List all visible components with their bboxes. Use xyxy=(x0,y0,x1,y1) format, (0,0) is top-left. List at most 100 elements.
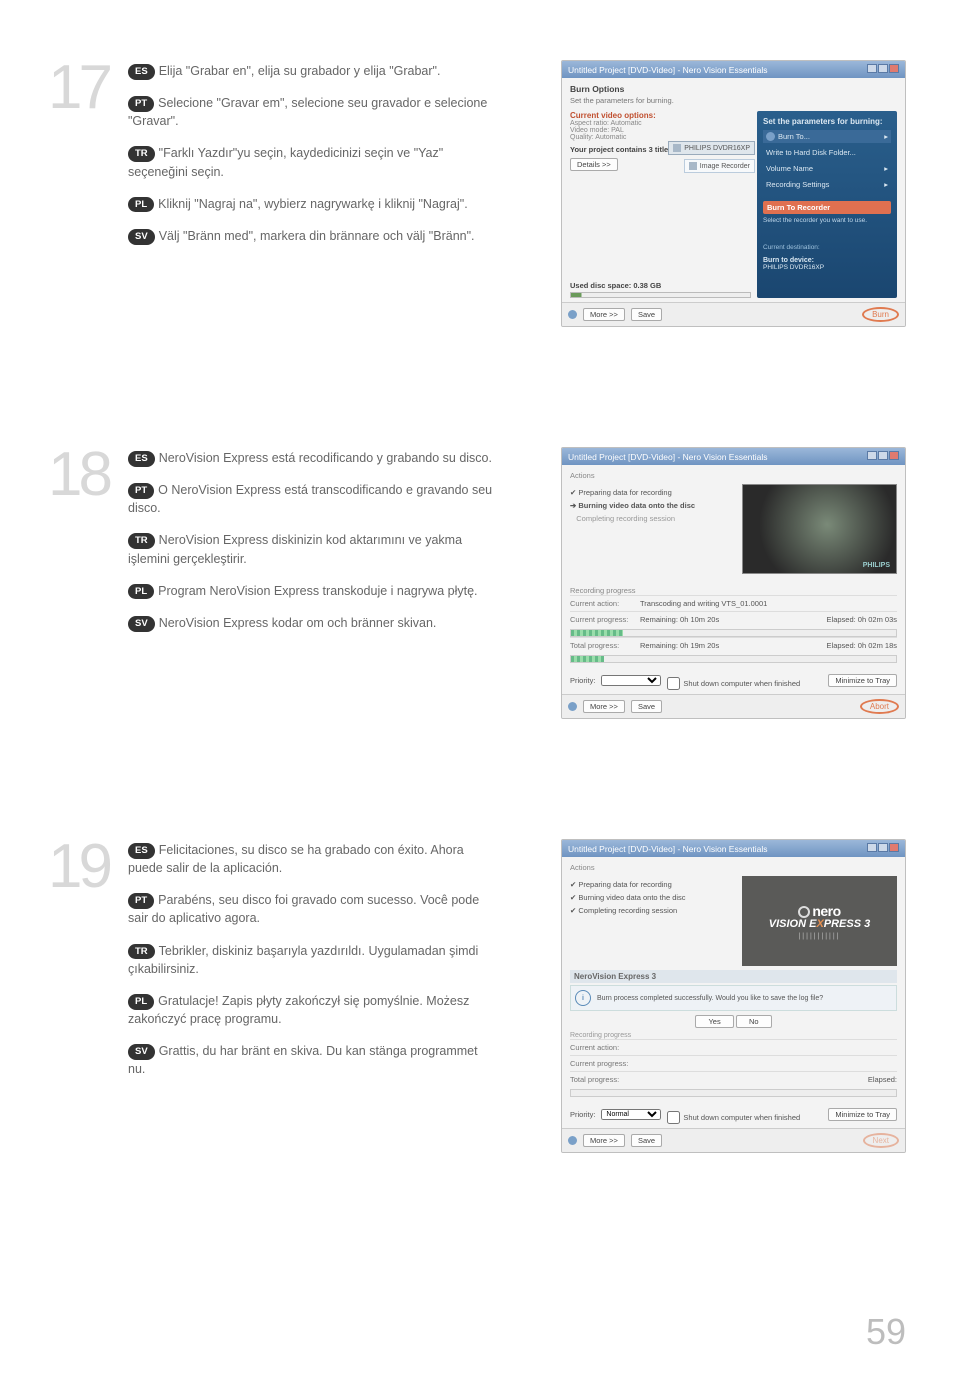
recorder-option[interactable]: PHILIPS DVDR16XP xyxy=(668,141,755,155)
help-icon[interactable] xyxy=(568,1136,577,1145)
lang-badge: PL xyxy=(128,197,154,213)
burn-button[interactable]: Burn xyxy=(862,307,899,322)
screenshot-burn-options: Untitled Project [DVD-Video] - Nero Visi… xyxy=(561,60,906,327)
window-title: Untitled Project [DVD-Video] - Nero Visi… xyxy=(568,452,768,462)
close-icon[interactable] xyxy=(889,843,899,852)
window-footer: More >> Save Abort xyxy=(562,694,905,718)
label: Total progress: xyxy=(570,1075,640,1084)
opt-line: Aspect ratio: Automatic xyxy=(570,120,751,127)
subheading: Set the parameters for burning. xyxy=(570,96,897,105)
lang-sv: SVNeroVision Express kodar om och bränne… xyxy=(128,614,498,632)
checkbox-input[interactable] xyxy=(667,677,680,690)
rec-progress-header: Recording progress xyxy=(570,1032,897,1039)
window-titlebar: Untitled Project [DVD-Video] - Nero Visi… xyxy=(562,61,905,78)
no-button[interactable]: No xyxy=(736,1015,772,1028)
lang-badge: PL xyxy=(128,584,154,600)
more-button[interactable]: More >> xyxy=(583,700,625,713)
window-footer: More >> Save Next xyxy=(562,1128,905,1152)
lang-text: Program NeroVision Express transkoduje i… xyxy=(158,584,477,598)
close-icon[interactable] xyxy=(889,451,899,460)
value: Transcoding and writing VTS_01.0001 xyxy=(640,599,897,608)
lang-pl: PL Program NeroVision Express transkoduje… xyxy=(128,582,498,600)
maximize-icon[interactable] xyxy=(878,64,888,73)
abort-button[interactable]: Abort xyxy=(860,699,899,714)
dialog-title: NeroVision Express 3 xyxy=(570,970,897,983)
window-title: Untitled Project [DVD-Video] - Nero Visi… xyxy=(568,65,768,75)
action-label: Burning video data onto the disc xyxy=(578,893,685,902)
more-button[interactable]: More >> xyxy=(583,308,625,321)
window-titlebar: Untitled Project [DVD-Video] - Nero Visi… xyxy=(562,448,905,465)
action-item: ✔ Preparing data for recording xyxy=(570,488,734,497)
progress-bar xyxy=(570,629,897,637)
lang-badge: TR xyxy=(128,944,155,960)
window-body: Burn Options Set the parameters for burn… xyxy=(562,78,905,302)
lang-pt: PTO NeroVision Express está transcodific… xyxy=(128,481,498,517)
action-label: Completing recording session xyxy=(578,906,677,915)
yes-button[interactable]: Yes xyxy=(695,1015,733,1028)
priority-label: Priority: xyxy=(570,1110,595,1119)
lang-text: Parabéns, seu disco foi gravado com suce… xyxy=(128,893,479,925)
left-pane: Current video options: Aspect ratio: Aut… xyxy=(570,111,751,298)
window-footer: More >> Save Burn xyxy=(562,302,905,326)
maximize-icon[interactable] xyxy=(878,843,888,852)
priority-select[interactable]: Normal xyxy=(601,1109,661,1120)
maximize-icon[interactable] xyxy=(878,451,888,460)
remaining: Remaining: 0h 10m 20s xyxy=(640,615,769,624)
volume-name-item[interactable]: Volume Name ▸ xyxy=(763,162,891,175)
window-buttons[interactable] xyxy=(866,64,899,75)
burn-to-recorder[interactable]: Burn To Recorder xyxy=(763,201,891,214)
lang-text: NeroVision Express diskinizin kod aktarı… xyxy=(128,533,462,565)
current-action-row: Current action:Transcoding and writing V… xyxy=(570,595,897,611)
help-icon[interactable] xyxy=(568,702,577,711)
minimize-icon[interactable] xyxy=(867,843,877,852)
window-buttons[interactable] xyxy=(866,451,899,462)
window-body: Actions ✔ Preparing data for recording ➔… xyxy=(562,465,905,694)
save-button[interactable]: Save xyxy=(631,700,662,713)
nero-subtitle: VISION EXPRESS 3 xyxy=(769,918,871,930)
close-icon[interactable] xyxy=(889,64,899,73)
minimize-icon[interactable] xyxy=(867,64,877,73)
lang-text: Elija "Grabar en", elija su grabador y e… xyxy=(159,64,441,78)
more-button[interactable]: More >> xyxy=(583,1134,625,1147)
label: Current action: xyxy=(570,599,640,608)
next-button[interactable]: Next xyxy=(863,1133,899,1148)
write-hdd-item[interactable]: Write to Hard Disk Folder... xyxy=(763,146,891,159)
lang-text: Felicitaciones, su disco se ha grabado c… xyxy=(128,843,464,875)
item-label: Volume Name xyxy=(766,164,813,173)
recorder-option[interactable]: Image Recorder xyxy=(684,159,755,173)
minimize-icon[interactable] xyxy=(867,451,877,460)
recorder-icon xyxy=(673,144,681,152)
shutdown-checkbox[interactable]: Shut down computer when finished xyxy=(667,1111,800,1124)
checkbox-input[interactable] xyxy=(667,1111,680,1124)
priority-select[interactable] xyxy=(601,675,661,686)
step-19: 19 ESFelicitaciones, su disco se ha grab… xyxy=(48,839,906,1153)
chevron-right-icon: ▸ xyxy=(884,164,888,173)
step-number: 18 xyxy=(48,447,128,503)
save-button[interactable]: Save xyxy=(631,308,662,321)
actions-header: Actions xyxy=(570,863,897,872)
burn-to-item[interactable]: Burn To...▸ xyxy=(763,130,891,143)
lang-pl: PLGratulacje! Zapis płyty zakończył się … xyxy=(128,992,498,1028)
burn-device-label: Burn to device: xyxy=(763,257,891,264)
barcode-deco: ||||||||||| xyxy=(798,933,840,940)
remaining: Remaining: 0h 19m 20s xyxy=(640,641,769,650)
total-progress-row: Total progress:Remaining: 0h 19m 20sElap… xyxy=(570,637,897,653)
minimize-tray-button[interactable]: Minimize to Tray xyxy=(828,1108,897,1121)
lang-badge: PT xyxy=(128,96,154,112)
action-item: ✔ Preparing data for recording xyxy=(570,880,734,889)
lang-sv: SVGrattis, du har bränt en skiva. Du kan… xyxy=(128,1042,498,1078)
window-buttons[interactable] xyxy=(866,843,899,854)
item-label: Burn To... xyxy=(778,132,810,141)
help-icon[interactable] xyxy=(568,310,577,319)
recorder-label: Image Recorder xyxy=(700,163,750,170)
completion-dialog: i Burn process completed successfully. W… xyxy=(570,985,897,1011)
elapsed-label: Elapsed: xyxy=(769,1075,898,1084)
minimize-tray-button[interactable]: Minimize to Tray xyxy=(828,674,897,687)
lang-badge: PT xyxy=(128,893,154,909)
lang-text: NeroVision Express kodar om och bränner … xyxy=(159,616,437,630)
shutdown-checkbox[interactable]: Shut down computer when finished xyxy=(667,677,800,690)
lang-badge: PT xyxy=(128,483,154,499)
save-button[interactable]: Save xyxy=(631,1134,662,1147)
details-button[interactable]: Details >> xyxy=(570,158,618,171)
rec-settings-item[interactable]: Recording Settings▸ xyxy=(763,178,891,191)
